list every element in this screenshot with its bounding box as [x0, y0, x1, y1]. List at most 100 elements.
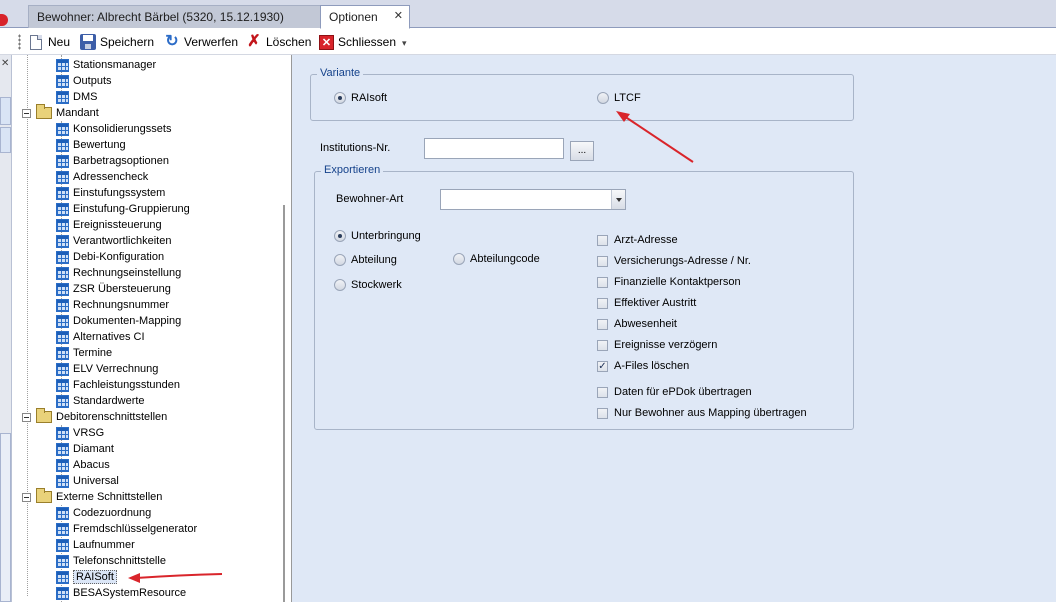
tree-scrollbar[interactable] — [283, 205, 285, 602]
tree-item-einstufungssystem[interactable]: Einstufungssystem — [56, 185, 165, 201]
checkbox-finanzielle-kontaktperson[interactable]: Finanzielle Kontaktperson — [597, 276, 741, 288]
gutter-tab-1[interactable] — [0, 97, 11, 125]
tree-item-besasystemresource[interactable]: BESASystemResource — [56, 585, 186, 601]
tree-item-alternatives-ci[interactable]: Alternatives CI — [56, 329, 145, 345]
tree-item-telefonschnittstelle[interactable]: Telefonschnittstelle — [56, 553, 166, 569]
tree-item-label: Universal — [73, 475, 119, 487]
radio-selected-icon — [334, 230, 346, 242]
discard-button[interactable]: ↻ Verwerfen — [164, 32, 238, 52]
checkbox-a-files-loeschen[interactable]: ✓ A-Files löschen — [597, 360, 689, 372]
tab-bewohner[interactable]: Bewohner: Albrecht Bärbel (5320, 15.12.1… — [28, 5, 327, 28]
checkbox-label: Nur Bewohner aus Mapping übertragen — [614, 407, 807, 419]
tree-item-einstufung-gruppierung[interactable]: Einstufung-Gruppierung — [56, 201, 190, 217]
checkbox-label: Versicherungs-Adresse / Nr. — [614, 255, 751, 267]
delete-button[interactable]: ✗ Löschen — [246, 32, 311, 52]
tree-item-standardwerte[interactable]: Standardwerte — [56, 393, 145, 409]
checkbox-icon — [597, 255, 608, 267]
toolbar-grip-icon[interactable] — [18, 34, 21, 50]
table-grid-icon — [56, 314, 69, 328]
tree-item-raisoft[interactable]: RAISoft — [56, 569, 117, 585]
collapse-toggle-icon[interactable] — [22, 492, 31, 502]
tree-item-label: Ereignissteuerung — [73, 219, 162, 231]
bewohner-art-label: Bewohner-Art — [336, 193, 404, 205]
checkbox-effektiver-austritt[interactable]: Effektiver Austritt — [597, 297, 696, 309]
institution-browse-button[interactable]: ... — [570, 141, 594, 161]
folder-icon — [36, 104, 52, 119]
tree-item-termine[interactable]: Termine — [56, 345, 112, 361]
checkbox-ereignisse-verzoegern[interactable]: Ereignisse verzögern — [597, 339, 717, 351]
table-grid-icon — [56, 266, 69, 280]
collapse-toggle-icon[interactable] — [22, 108, 31, 118]
tree-item-ereignissteuerung[interactable]: Ereignissteuerung — [56, 217, 162, 233]
tab-optionen[interactable]: Optionen ✕ — [320, 5, 410, 29]
table-grid-icon — [56, 554, 69, 568]
checkbox-versicherungs-adresse[interactable]: Versicherungs-Adresse / Nr. — [597, 255, 751, 267]
tree-item-rechnungsnummer[interactable]: Rechnungsnummer — [56, 297, 169, 313]
checkbox-icon — [597, 276, 608, 288]
table-grid-icon — [56, 90, 69, 104]
tree-item-universal[interactable]: Universal — [56, 473, 119, 489]
tree-item-dms[interactable]: DMS — [56, 89, 97, 105]
tree-item-elv-verrechnung[interactable]: ELV Verrechnung — [56, 361, 158, 377]
tree-group-externe-schnittstellen[interactable]: Externe Schnittstellen — [22, 488, 162, 505]
radio-unterbringung[interactable]: Unterbringung — [334, 230, 421, 242]
collapse-toggle-icon[interactable] — [22, 412, 31, 422]
tree-item-label: Adressencheck — [73, 171, 149, 183]
close-button[interactable]: ✕ Schliessen — [319, 32, 396, 52]
tree-item-barbetragsoptionen[interactable]: Barbetragsoptionen — [56, 153, 169, 169]
tree-item-rechnungseinstellung[interactable]: Rechnungseinstellung — [56, 265, 181, 281]
checkbox-arzt-adresse[interactable]: Arzt-Adresse — [597, 234, 678, 246]
tree-item-label: Verantwortlichkeiten — [73, 235, 172, 247]
toolbar-overflow-icon[interactable]: ▾ — [402, 38, 407, 49]
tree-item-label: Rechnungsnummer — [73, 299, 169, 311]
tree-item-abacus[interactable]: Abacus — [56, 457, 110, 473]
floppy-disk-icon — [80, 34, 96, 50]
bewohner-art-select[interactable] — [440, 189, 626, 210]
radio-ltcf[interactable]: LTCF — [597, 92, 641, 104]
tree-item-zsr-uebersteuerung[interactable]: ZSR Übersteuerung — [56, 281, 171, 297]
save-button[interactable]: Speichern — [80, 32, 154, 52]
collapse-panel-icon[interactable]: ✕ — [1, 58, 9, 69]
institution-input[interactable] — [424, 138, 564, 159]
tree-item-label: DMS — [73, 91, 98, 103]
radio-stockwerk[interactable]: Stockwerk — [334, 279, 402, 291]
tree-item-fremdschluesselgenerator[interactable]: Fremdschlüsselgenerator — [56, 521, 197, 537]
checkbox-daten-epdok[interactable]: Daten für ePDok übertragen — [597, 386, 752, 398]
tree-item-konsolidierungssets[interactable]: Konsolidierungssets — [56, 121, 171, 137]
tree-item-debi-konfiguration[interactable]: Debi-Konfiguration — [56, 249, 164, 265]
institution-label: Institutions-Nr. — [320, 142, 391, 154]
close-app-icon[interactable] — [0, 14, 8, 26]
tree-item-fachleistungsstunden[interactable]: Fachleistungsstunden — [56, 377, 180, 393]
gutter-tab-3[interactable] — [0, 433, 11, 602]
tree-item-laufnummer[interactable]: Laufnummer — [56, 537, 135, 553]
tree-item-bewertung[interactable]: Bewertung — [56, 137, 126, 153]
tree-item-outputs[interactable]: Outputs — [56, 73, 112, 89]
radio-abteilungcode[interactable]: Abteilungcode — [453, 253, 540, 265]
tab-close-icon[interactable]: ✕ — [394, 9, 403, 22]
table-grid-icon — [56, 282, 69, 296]
tab-optionen-label: Optionen — [329, 10, 378, 24]
radio-raisoft[interactable]: RAIsoft — [334, 92, 387, 104]
tree-item-vrsg[interactable]: VRSG — [56, 425, 104, 441]
table-grid-icon — [56, 442, 69, 456]
gutter-tab-2[interactable] — [0, 127, 11, 153]
tree-group-mandant[interactable]: Mandant — [22, 104, 99, 121]
radio-abteilung[interactable]: Abteilung — [334, 254, 397, 266]
checkbox-nur-bewohner-mapping[interactable]: Nur Bewohner aus Mapping übertragen — [597, 407, 807, 419]
table-grid-icon — [56, 122, 69, 136]
radio-abteilungcode-label: Abteilungcode — [470, 253, 540, 265]
tree-item-diamant[interactable]: Diamant — [56, 441, 114, 457]
tree-item-dokumenten-mapping[interactable]: Dokumenten-Mapping — [56, 313, 181, 329]
table-grid-icon — [56, 138, 69, 152]
tree-item-codezuordnung[interactable]: Codezuordnung — [56, 505, 151, 521]
tree-group-debitorenschnittstellen[interactable]: Debitorenschnittstellen — [22, 408, 167, 425]
tree-item-label: Barbetragsoptionen — [73, 155, 170, 167]
tree-item-adressencheck[interactable]: Adressencheck — [56, 169, 148, 185]
checkbox-label: Arzt-Adresse — [614, 234, 678, 246]
tree-item-stationsmanager[interactable]: Stationsmanager — [56, 57, 156, 73]
new-button[interactable]: Neu — [30, 32, 70, 52]
tree-item-verantwortlichkeiten[interactable]: Verantwortlichkeiten — [56, 233, 171, 249]
chevron-down-icon[interactable] — [611, 190, 625, 209]
checkbox-abwesenheit[interactable]: Abwesenheit — [597, 318, 677, 330]
radio-unterbringung-label: Unterbringung — [351, 230, 421, 242]
